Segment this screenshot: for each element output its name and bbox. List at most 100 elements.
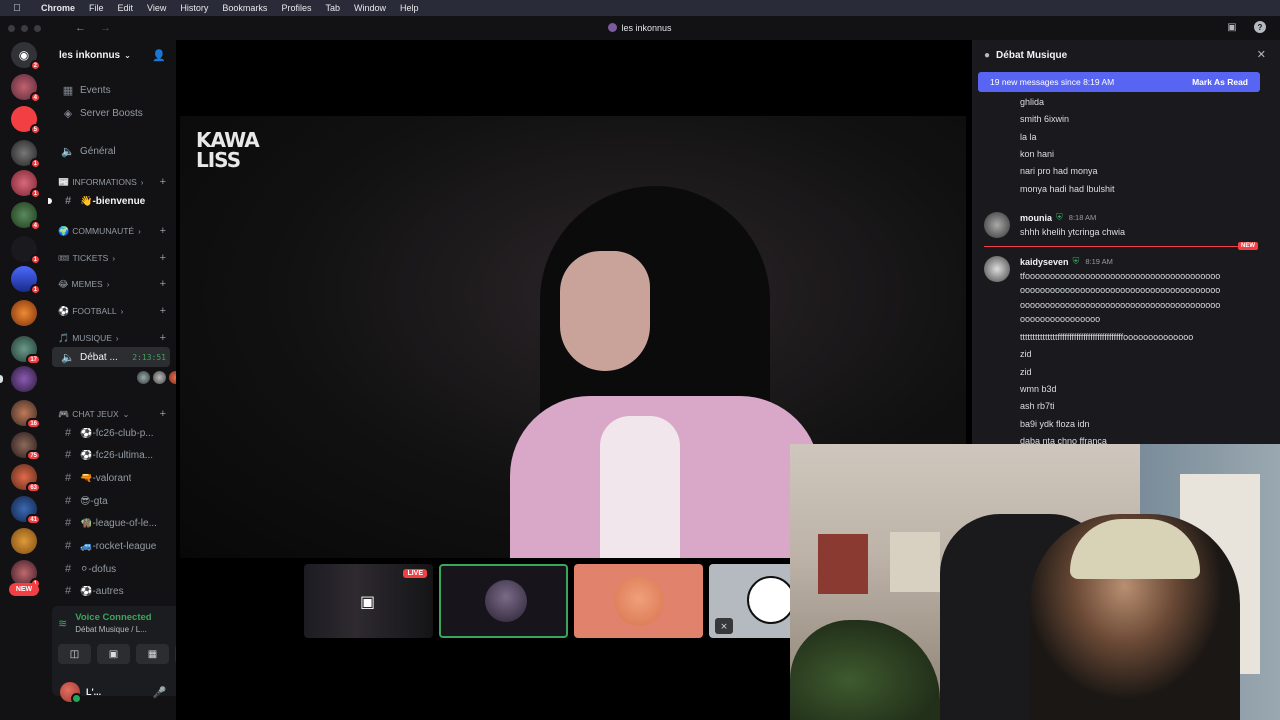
menu-bookmarks[interactable]: Bookmarks [215, 3, 274, 13]
new-servers-pill[interactable]: NEW [9, 583, 39, 596]
hash-icon: # [64, 563, 72, 575]
server-icon-5[interactable]: 4 [11, 202, 41, 231]
voice-channel-link[interactable]: Débat Musique / L... [75, 625, 151, 634]
server-rail: ◉ 2 4 5 1 1 4 1 1 17 16 75 63 41 1 NEW [0, 40, 48, 720]
close-window-button[interactable] [8, 24, 15, 32]
back-arrow-icon[interactable]: ← [75, 22, 86, 34]
window-controls[interactable] [8, 24, 41, 32]
text-channel-fc26-club[interactable]: # ⚽-fc26-club-p... [52, 423, 170, 443]
category-communaute[interactable]: 🌍 COMMUNAUTÉ › + [58, 223, 174, 239]
server-icon-12[interactable]: 63 [11, 464, 41, 493]
monitor-icon: ▣ [360, 594, 376, 611]
menu-tab[interactable]: Tab [318, 3, 347, 13]
signal-icon[interactable]: ≋ [58, 617, 67, 630]
hash-icon: # [64, 540, 72, 552]
voice-channel-general[interactable]: 🔈 Général [52, 141, 170, 161]
menu-help[interactable]: Help [393, 3, 426, 13]
category-memes[interactable]: 😂 MEMES › + [58, 276, 174, 292]
sidebar-item-server-boosts[interactable]: ◈ Server Boosts [52, 103, 170, 123]
server-icon-1[interactable]: 4 [11, 74, 41, 103]
avatar [485, 580, 527, 622]
server-icon-3[interactable]: 1 [11, 140, 41, 169]
avatar[interactable] [60, 682, 82, 704]
avatar[interactable] [136, 370, 151, 385]
avatar[interactable] [152, 370, 167, 385]
minimize-window-button[interactable] [21, 24, 28, 32]
apple-icon[interactable]:  [0, 3, 34, 14]
text-channel-rocket-league[interactable]: # 🚙-rocket-league [52, 536, 170, 556]
participant-tile[interactable] [574, 564, 703, 638]
close-icon[interactable]: ✕ [1257, 48, 1266, 61]
add-channel-icon[interactable]: + [160, 278, 166, 290]
add-member-icon[interactable]: 👤 [152, 49, 166, 62]
add-channel-icon[interactable]: + [160, 408, 166, 420]
server-icon-9[interactable]: 17 [11, 336, 41, 365]
avatar[interactable] [984, 212, 1010, 238]
menu-edit[interactable]: Edit [111, 3, 141, 13]
hash-icon: # [64, 427, 72, 439]
add-channel-icon[interactable]: + [160, 305, 166, 317]
category-football[interactable]: ⚽ FOOTBALL › + [58, 303, 174, 319]
username[interactable]: L'... [86, 687, 101, 697]
server-header[interactable]: les inkonnus ⌄ 👤 [48, 40, 176, 70]
chevron-down-icon: ⌄ [122, 409, 130, 419]
add-channel-icon[interactable]: + [160, 252, 166, 264]
server-icon-8[interactable] [11, 300, 37, 326]
notification-badge: 1 [29, 158, 41, 169]
role-shield-icon: ⛨ [1056, 212, 1063, 222]
text-channel-gta[interactable]: # 😎-gta [52, 491, 170, 511]
zoom-window-button[interactable] [34, 24, 41, 32]
message-line: la la [1020, 132, 1037, 142]
participant-tile-speaking[interactable] [439, 564, 568, 638]
menu-chrome[interactable]: Chrome [34, 3, 82, 13]
text-channel-bienvenue[interactable]: # 👋-bienvenue [48, 191, 170, 211]
server-icon-6[interactable]: 1 [11, 236, 41, 265]
server-icon-4[interactable]: 1 [11, 170, 41, 199]
server-icon-11[interactable]: 75 [11, 432, 41, 461]
chevron-right-icon: › [140, 177, 144, 187]
window-title: les inkonnus [0, 23, 1280, 33]
forward-arrow-icon[interactable]: → [100, 22, 111, 34]
add-channel-icon[interactable]: + [160, 176, 166, 188]
menu-view[interactable]: View [140, 3, 173, 13]
direct-messages-button[interactable]: ◉ 2 [11, 42, 41, 71]
text-channel-dofus[interactable]: # ⚪-dofus [52, 559, 170, 579]
server-icon-2[interactable]: 5 [11, 106, 41, 135]
message-author[interactable]: mounia [1020, 213, 1052, 223]
text-channel-valorant[interactable]: # 🔫-valorant [52, 468, 170, 488]
server-icon-14[interactable] [11, 528, 37, 554]
inbox-icon[interactable]: ▣ [1226, 21, 1238, 33]
category-tickets[interactable]: 🎟 TICKETS › + [58, 250, 174, 266]
text-channel-league-of-legends[interactable]: # 🧌-league-of-le... [52, 513, 170, 533]
category-informations[interactable]: 📰 INFORMATIONS › + [58, 174, 174, 190]
text-channel-autres[interactable]: # ⚽-autres [52, 581, 170, 601]
notification-badge: 1 [29, 188, 41, 199]
voice-channel-debat-musique[interactable]: 🔈 Débat ... 2:13:51 [52, 347, 170, 367]
activities-button[interactable]: ▦ [136, 644, 169, 664]
avatar[interactable] [984, 256, 1010, 282]
screen-share-button[interactable]: ▣ [97, 644, 130, 664]
text-channel-fc26-ultimate[interactable]: # ⚽-fc26-ultima... [52, 445, 170, 465]
new-messages-bar[interactable]: 19 new messages since 8:19 AM Mark As Re… [978, 72, 1260, 92]
add-channel-icon[interactable]: + [160, 225, 166, 237]
microphone-icon[interactable]: 🎤 [153, 686, 167, 699]
notification-badge: 2 [29, 60, 41, 71]
sidebar-item-events[interactable]: ▦ Events [52, 80, 170, 100]
menu-file[interactable]: File [82, 3, 111, 13]
camera-off-button[interactable]: ◫ [58, 644, 91, 664]
menu-history[interactable]: History [173, 3, 215, 13]
menu-window[interactable]: Window [347, 3, 393, 13]
help-icon[interactable]: ? [1254, 21, 1266, 33]
server-icon-inkonnus[interactable] [11, 366, 37, 392]
mark-as-read-button[interactable]: Mark As Read [1192, 77, 1248, 87]
server-icon-7[interactable]: 1 [11, 266, 41, 295]
notification-badge: 17 [26, 354, 41, 365]
add-channel-icon[interactable]: + [160, 332, 166, 344]
category-musique[interactable]: 🎵 MUSIQUE › + [58, 330, 174, 346]
participant-tile-stream[interactable]: LIVE ▣ [304, 564, 433, 638]
category-chat-jeux[interactable]: 🎮 CHAT JEUX ⌄ + [58, 406, 174, 422]
message-author[interactable]: kaidyseven [1020, 257, 1069, 267]
menu-profiles[interactable]: Profiles [274, 3, 318, 13]
server-icon-10[interactable]: 16 [11, 400, 41, 429]
server-icon-13[interactable]: 41 [11, 496, 41, 525]
